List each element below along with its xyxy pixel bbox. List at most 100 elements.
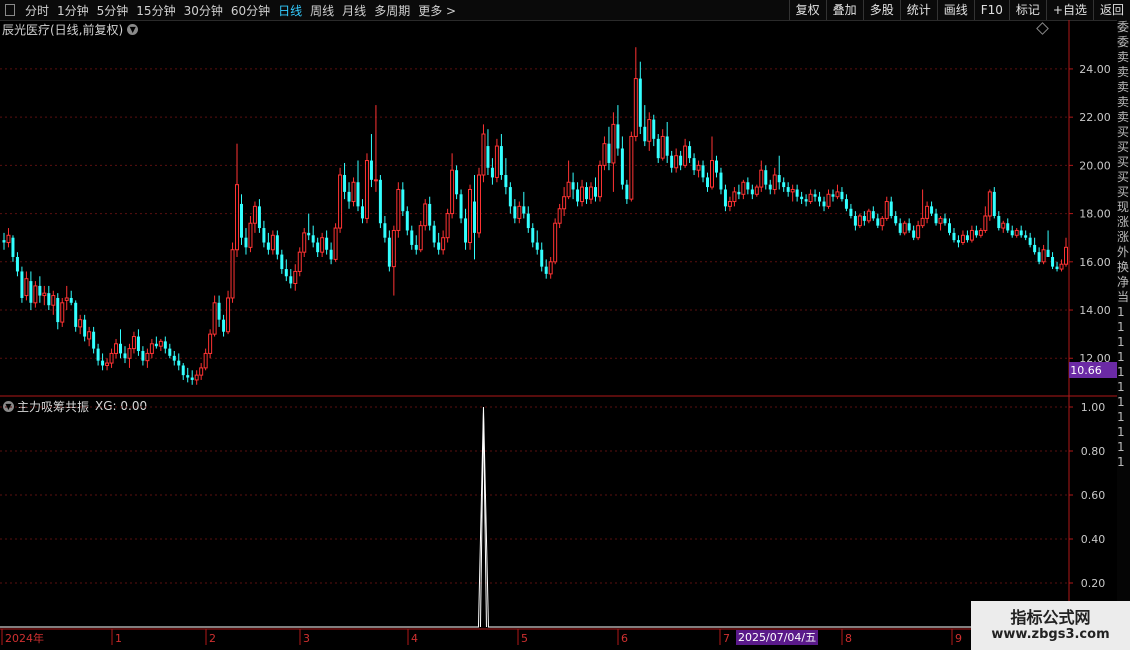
candle-body bbox=[360, 206, 364, 219]
candle-body bbox=[270, 234, 275, 251]
side-panel-label: 涨 bbox=[1117, 215, 1130, 229]
side-panel-label: 买 bbox=[1117, 155, 1130, 169]
kline-chart[interactable]: 24.0022.0020.0018.0016.0014.0012.0010.66… bbox=[0, 0, 1117, 650]
candle-body bbox=[127, 348, 132, 359]
x-tick-label: 1 bbox=[115, 632, 122, 645]
candle-body bbox=[732, 191, 737, 203]
side-panel-label: 1 bbox=[1117, 320, 1125, 334]
candle-body bbox=[960, 234, 965, 244]
candle-body bbox=[1033, 244, 1037, 253]
candle-body bbox=[15, 256, 19, 272]
candle-body bbox=[759, 169, 764, 188]
candle-body bbox=[266, 242, 270, 250]
side-panel-label: 1 bbox=[1117, 410, 1125, 424]
candle-body bbox=[158, 340, 163, 347]
candle-body bbox=[1041, 249, 1046, 263]
x-tick-label: 2024年 bbox=[5, 631, 44, 645]
candle-body bbox=[1046, 249, 1050, 257]
candle-body bbox=[383, 223, 387, 238]
candle-body bbox=[898, 223, 902, 233]
candle-body bbox=[553, 222, 558, 263]
candle-body bbox=[764, 170, 768, 185]
candle-body bbox=[414, 244, 418, 250]
candle-body bbox=[938, 217, 943, 224]
candle-body bbox=[262, 228, 266, 243]
candle-body bbox=[141, 351, 145, 361]
candle-body bbox=[499, 146, 503, 176]
candle-body bbox=[432, 225, 436, 243]
side-panel-label: 1 bbox=[1117, 305, 1125, 319]
side-panel-label: 买 bbox=[1117, 125, 1130, 139]
side-panel-label: 1 bbox=[1117, 380, 1125, 394]
candle-body bbox=[396, 188, 401, 231]
candle-body bbox=[777, 175, 781, 183]
candle-body bbox=[338, 174, 343, 229]
candle-body bbox=[468, 188, 473, 244]
candle-body bbox=[257, 206, 261, 229]
candle-body bbox=[754, 186, 759, 195]
candle-body bbox=[602, 143, 607, 166]
candle-body bbox=[643, 126, 647, 142]
signal-spike bbox=[0, 406, 1069, 628]
candle-body bbox=[347, 191, 351, 202]
candle-body bbox=[540, 249, 544, 267]
candle-body bbox=[822, 201, 826, 207]
candle-body bbox=[333, 227, 338, 260]
candle-body bbox=[987, 191, 992, 217]
candle-body bbox=[925, 205, 930, 219]
candle-body bbox=[405, 211, 409, 231]
candle-body bbox=[369, 160, 373, 180]
indicator-tick-label: 0.40 bbox=[1081, 533, 1106, 546]
candle-body bbox=[696, 164, 701, 171]
candle-body bbox=[535, 242, 539, 250]
candle-body bbox=[6, 234, 11, 244]
x-tick-label: 6 bbox=[621, 632, 628, 645]
x-tick-label: 5 bbox=[521, 632, 528, 645]
candle-body bbox=[33, 285, 38, 304]
side-panel-label: 换 bbox=[1117, 260, 1130, 274]
side-panel-label: 卖 bbox=[1117, 50, 1130, 64]
candle-body bbox=[364, 160, 369, 219]
candle-body bbox=[670, 155, 674, 168]
candle-body bbox=[857, 215, 862, 227]
candle-body bbox=[683, 145, 688, 166]
candle-body bbox=[351, 181, 356, 203]
candle-body bbox=[297, 251, 302, 272]
candle-body bbox=[620, 148, 624, 185]
candle-body bbox=[616, 124, 620, 149]
candle-body bbox=[593, 187, 597, 197]
candle-body bbox=[51, 295, 56, 306]
x-tick-label: 3 bbox=[303, 632, 310, 645]
candle-body bbox=[163, 341, 167, 349]
price-tick-label: 18.00 bbox=[1079, 208, 1111, 221]
candle-body bbox=[544, 266, 548, 274]
candle-body bbox=[992, 191, 996, 216]
candle-body bbox=[1024, 235, 1028, 238]
candle-body bbox=[455, 170, 459, 195]
candle-body bbox=[302, 232, 307, 253]
candle-body bbox=[356, 182, 360, 207]
side-panel-label: 1 bbox=[1117, 395, 1125, 409]
watermark-title: 指标公式网 bbox=[1010, 608, 1091, 627]
candle-body bbox=[741, 181, 746, 195]
candle-body bbox=[199, 367, 204, 376]
candle-body bbox=[177, 360, 181, 366]
candle-body bbox=[517, 205, 522, 219]
candle-body bbox=[638, 78, 642, 127]
candle-body bbox=[580, 186, 585, 203]
candle-body bbox=[69, 297, 73, 303]
x-tick-label: 4 bbox=[411, 632, 418, 645]
candle-body bbox=[410, 230, 414, 245]
cursor-date-label: 2025/07/04/五 bbox=[736, 630, 819, 645]
candle-body bbox=[437, 242, 441, 250]
candle-body bbox=[750, 189, 754, 195]
watermark-url: www.zbgs3.com bbox=[991, 627, 1110, 642]
candle-body bbox=[795, 189, 799, 197]
candle-body bbox=[571, 182, 575, 190]
candle-body bbox=[952, 232, 956, 241]
candle-body bbox=[943, 218, 947, 224]
side-panel-label: 卖 bbox=[1117, 110, 1130, 124]
candle-body bbox=[168, 348, 172, 356]
candle-body bbox=[252, 205, 257, 224]
candle-body bbox=[772, 174, 777, 190]
